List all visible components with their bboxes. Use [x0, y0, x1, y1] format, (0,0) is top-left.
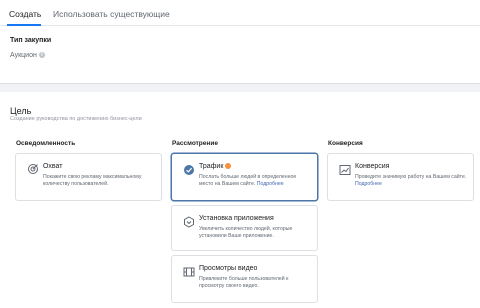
- card-description: Привлеките больше пользователей к просмо…: [199, 276, 289, 290]
- target-icon: [27, 162, 39, 174]
- card-description: Покажите свою рекламу максимальному коли…: [43, 174, 142, 188]
- card-title: Просмотры видео: [199, 265, 258, 272]
- tab-bar: Создать Использовать существующие: [0, 0, 480, 26]
- column-header-consideration: Рассмотрение: [172, 140, 218, 147]
- active-tab-indicator: [7, 24, 41, 26]
- learn-more-link[interactable]: Подробнее: [257, 181, 284, 187]
- card-description: Увеличить количество людей, которые уста…: [199, 226, 293, 240]
- campaign-setup-panel: Создать Использовать существующие Тип за…: [0, 0, 480, 84]
- warning-badge-icon: [225, 163, 232, 170]
- card-title: Конверсия: [355, 163, 390, 170]
- buy-type-label: Тип закупки: [10, 37, 52, 44]
- objective-card-video-views[interactable]: Просмотры видео Привлеките больше пользо…: [171, 255, 318, 303]
- app-box-icon: [183, 215, 195, 228]
- tab-use-existing[interactable]: Использовать существующие: [53, 9, 170, 19]
- learn-more-link[interactable]: Подробнее: [355, 181, 382, 187]
- objective-card-conversion[interactable]: Конверсия Проведите значимую работу на В…: [327, 153, 474, 201]
- objective-card-app-install[interactable]: Установка приложения Увеличить количеств…: [171, 205, 318, 251]
- card-title: Охват: [43, 163, 63, 170]
- objective-card-reach[interactable]: Охват Покажите свою рекламу максимальном…: [15, 153, 162, 201]
- card-title: Установка приложения: [199, 215, 274, 222]
- goal-subtitle: Создание руководства по достижению бизне…: [10, 116, 142, 122]
- card-title: Трафик: [199, 163, 232, 170]
- card-description: Проведите значимую работу на Вашем сайте…: [355, 174, 467, 188]
- chart-icon: [339, 163, 351, 175]
- tab-create[interactable]: Создать: [9, 9, 41, 19]
- film-icon: [183, 265, 195, 277]
- column-header-awareness: Осведомленность: [16, 140, 76, 147]
- goal-title: Цель: [10, 106, 32, 116]
- column-header-conversion: Конверсия: [328, 140, 363, 147]
- card-description: Послать больше людей в определенное мест…: [199, 174, 297, 188]
- info-icon[interactable]: i: [39, 52, 45, 58]
- check-circle-icon: [183, 163, 195, 175]
- objective-card-traffic[interactable]: Трафик Послать больше людей в определенн…: [171, 153, 318, 201]
- buy-type-value: Аукцион: [10, 52, 37, 59]
